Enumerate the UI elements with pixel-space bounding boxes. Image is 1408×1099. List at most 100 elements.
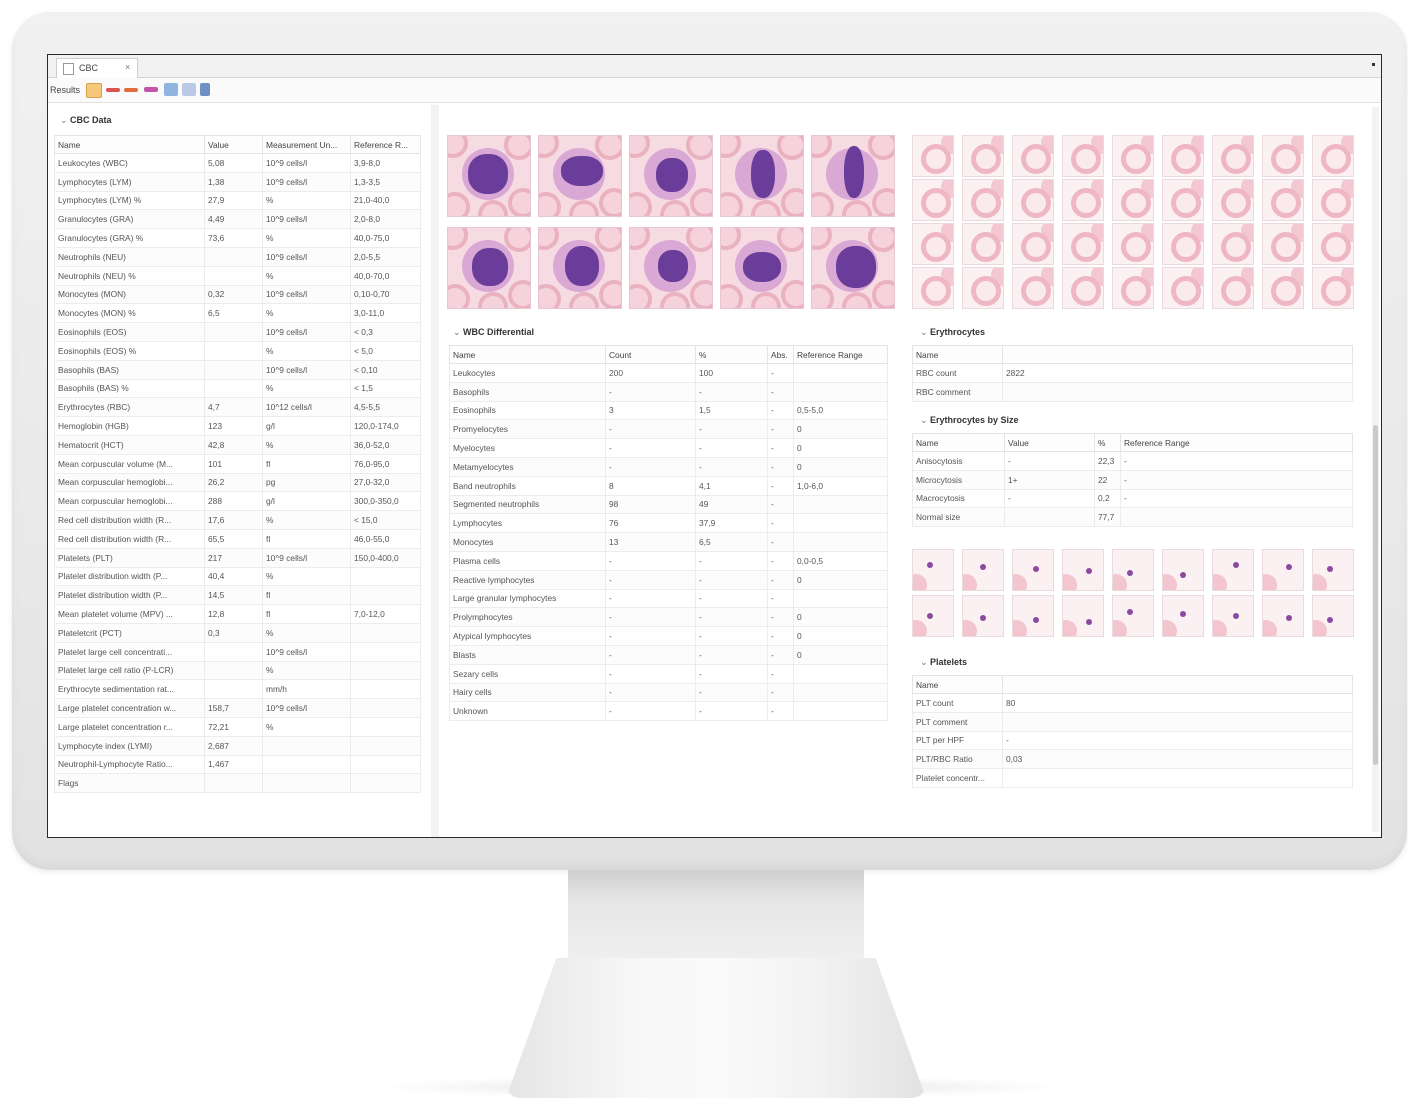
- table-row[interactable]: Hemoglobin (HGB) 123 g/l 120,0-174,0: [54, 416, 421, 436]
- rbc-cell-image[interactable]: [1162, 179, 1204, 221]
- rbc-cell-image[interactable]: [1112, 135, 1154, 177]
- table-row[interactable]: Eosinophils (EOS) %% < 5,0: [54, 340, 421, 361]
- rbc-cell-image[interactable]: [1112, 179, 1154, 221]
- table-row[interactable]: Platelet distribution width (P... 14,5 fl: [54, 585, 421, 606]
- table-row[interactable]: Prolymphocytes - - -0: [449, 607, 888, 628]
- wbc-cell-image[interactable]: [811, 135, 895, 217]
- tool-icon[interactable]: [86, 83, 102, 98]
- table-row[interactable]: RBC comment: [912, 381, 1353, 402]
- rbc-cell-image[interactable]: [1262, 223, 1304, 265]
- rbc-cell-image[interactable]: [1062, 223, 1104, 265]
- table-row[interactable]: Neutrophil-Lymphocyte Ratio... 1,467: [54, 754, 421, 775]
- tool-icon[interactable]: [144, 87, 158, 92]
- table-row[interactable]: Basophils (BAS) %% < 1,5: [54, 378, 421, 399]
- column-header[interactable]: Abs.: [767, 345, 794, 364]
- table-row[interactable]: Large platelet concentration w... 158,7 10…: [54, 698, 421, 718]
- table-row[interactable]: Neutrophils (NEU) %% 40,0-70,0: [54, 265, 421, 286]
- platelet-image[interactable]: [1062, 549, 1104, 591]
- close-icon[interactable]: ×: [125, 62, 130, 72]
- table-row[interactable]: Eosinophils (EOS) 10^9 cells/l < 0,3: [54, 322, 421, 342]
- rbc-cell-image[interactable]: [962, 223, 1004, 265]
- wbc-cell-image[interactable]: [538, 135, 622, 217]
- table-row[interactable]: Hairy cells - - -: [449, 682, 888, 703]
- rbc-cell-image[interactable]: [1212, 223, 1254, 265]
- table-row[interactable]: Eosinophils 3 1,5-0,5-5,0: [449, 400, 888, 421]
- table-row[interactable]: Reactive lymphocytes - - -0: [449, 569, 888, 590]
- cbc-section-header[interactable]: ⌄ CBC Data: [60, 115, 112, 126]
- platelet-image[interactable]: [1112, 549, 1154, 591]
- table-row[interactable]: Erythrocytes (RBC) 4,7 10^12 cells/l 4,5-5,…: [54, 397, 421, 418]
- wbc-cell-image[interactable]: [447, 135, 531, 217]
- table-row[interactable]: Leukocytes 200 100-: [449, 363, 888, 383]
- table-row[interactable]: PLT comment: [912, 711, 1353, 732]
- platelet-image[interactable]: [1112, 595, 1154, 637]
- rbc-cell-image[interactable]: [962, 179, 1004, 221]
- table-row[interactable]: Red cell distribution width (R... 65,5 fl 4…: [54, 528, 421, 549]
- rbc-cell-image[interactable]: [962, 135, 1004, 177]
- rbc-cell-image[interactable]: [1012, 135, 1054, 177]
- platelet-image[interactable]: [1312, 595, 1354, 637]
- table-row[interactable]: Red cell distribution width (R... 17,6% < …: [54, 510, 421, 530]
- table-row[interactable]: Erythrocyte sedimentation rat... mm/h: [54, 679, 421, 700]
- rbc-cell-image[interactable]: [1062, 135, 1104, 177]
- column-header[interactable]: Value: [1004, 433, 1095, 452]
- table-row[interactable]: Atypical lymphocytes - - -0: [449, 626, 888, 646]
- table-row[interactable]: Lymphocytes 76 37,9-: [449, 513, 888, 534]
- table-row[interactable]: Promyelocytes - - -0: [449, 419, 888, 440]
- rbc-cell-image[interactable]: [1062, 267, 1104, 309]
- rbc-cell-image[interactable]: [1262, 135, 1304, 177]
- column-header[interactable]: Measurement Un...: [262, 135, 351, 154]
- tab-cbc[interactable]: CBC ×: [56, 58, 138, 78]
- rbc-cell-image[interactable]: [1162, 135, 1204, 177]
- table-row[interactable]: PLT/RBC Ratio 0,03: [912, 749, 1353, 770]
- column-header[interactable]: [1002, 675, 1353, 694]
- table-row[interactable]: RBC count 2822: [912, 363, 1353, 383]
- platelet-image[interactable]: [1262, 549, 1304, 591]
- rbc-cell-image[interactable]: [1312, 267, 1354, 309]
- table-row[interactable]: Leukocytes (WBC) 5,08 10^9 cells/l 3,9-8,0: [54, 153, 421, 173]
- vertical-scrollbar[interactable]: [1372, 107, 1379, 832]
- table-row[interactable]: Normal size 77,7: [912, 507, 1353, 528]
- table-row[interactable]: Segmented neutrophils 98 49-: [449, 494, 888, 515]
- column-header[interactable]: %: [1094, 433, 1121, 452]
- platelet-image[interactable]: [912, 595, 954, 637]
- column-header[interactable]: %: [695, 345, 768, 364]
- rbc-cell-image[interactable]: [1312, 135, 1354, 177]
- platelet-image[interactable]: [1062, 595, 1104, 637]
- table-row[interactable]: Anisocytosis -22,3-: [912, 451, 1353, 471]
- table-row[interactable]: Metamyelocytes - - -0: [449, 456, 888, 477]
- rbc-cell-image[interactable]: [912, 179, 954, 221]
- platelet-image[interactable]: [1262, 595, 1304, 637]
- rbc-cell-image[interactable]: [1262, 179, 1304, 221]
- table-row[interactable]: Neutrophils (NEU) 10^9 cells/l 2,0-5,5: [54, 246, 421, 267]
- table-row[interactable]: Granulocytes (GRA) % 73,6% 40,0-75,0: [54, 228, 421, 248]
- rbc-cell-image[interactable]: [1012, 179, 1054, 221]
- rbc-cell-image[interactable]: [912, 223, 954, 265]
- erythrocytes-section-header[interactable]: ⌄ Erythrocytes: [920, 327, 985, 338]
- platelet-image[interactable]: [1162, 549, 1204, 591]
- platelet-image[interactable]: [962, 595, 1004, 637]
- column-header[interactable]: Name: [449, 345, 606, 364]
- rbc-cell-image[interactable]: [1112, 267, 1154, 309]
- column-header[interactable]: Name: [912, 675, 1003, 694]
- table-row[interactable]: Lymphocytes (LYM) 1,38 10^9 cells/l 1,3-3,5: [54, 171, 421, 192]
- table-row[interactable]: Platelets (PLT) 217 10^9 cells/l 150,0-400,…: [54, 547, 421, 568]
- rbc-cell-image[interactable]: [1312, 223, 1354, 265]
- platelet-image[interactable]: [1212, 595, 1254, 637]
- table-row[interactable]: Macrocytosis -0,2-: [912, 488, 1353, 509]
- table-row[interactable]: Monocytes 13 6,5-: [449, 532, 888, 552]
- table-row[interactable]: Plateletcrit (PCT) 0,3%: [54, 622, 421, 643]
- column-header[interactable]: Count: [605, 345, 696, 364]
- table-row[interactable]: Lymphocyte index (LYMI) 2,687: [54, 735, 421, 756]
- column-header[interactable]: Reference Range: [1120, 433, 1353, 452]
- table-row[interactable]: Flags: [54, 773, 421, 794]
- erythro-size-section-header[interactable]: ⌄ Erythrocytes by Size: [920, 415, 1019, 426]
- wbc-cell-image[interactable]: [447, 227, 531, 309]
- rbc-cell-image[interactable]: [1312, 179, 1354, 221]
- rbc-cell-image[interactable]: [1012, 267, 1054, 309]
- table-row[interactable]: Mean corpuscular hemoglobi... 26,2 pg 27,0-…: [54, 472, 421, 493]
- table-row[interactable]: Platelet distribution width (P... 40,4%: [54, 566, 421, 587]
- wbc-cell-image[interactable]: [629, 135, 713, 217]
- table-row[interactable]: Granulocytes (GRA) 4,49 10^9 cells/l 2,0-8,…: [54, 209, 421, 230]
- column-header[interactable]: Reference R...: [350, 135, 421, 154]
